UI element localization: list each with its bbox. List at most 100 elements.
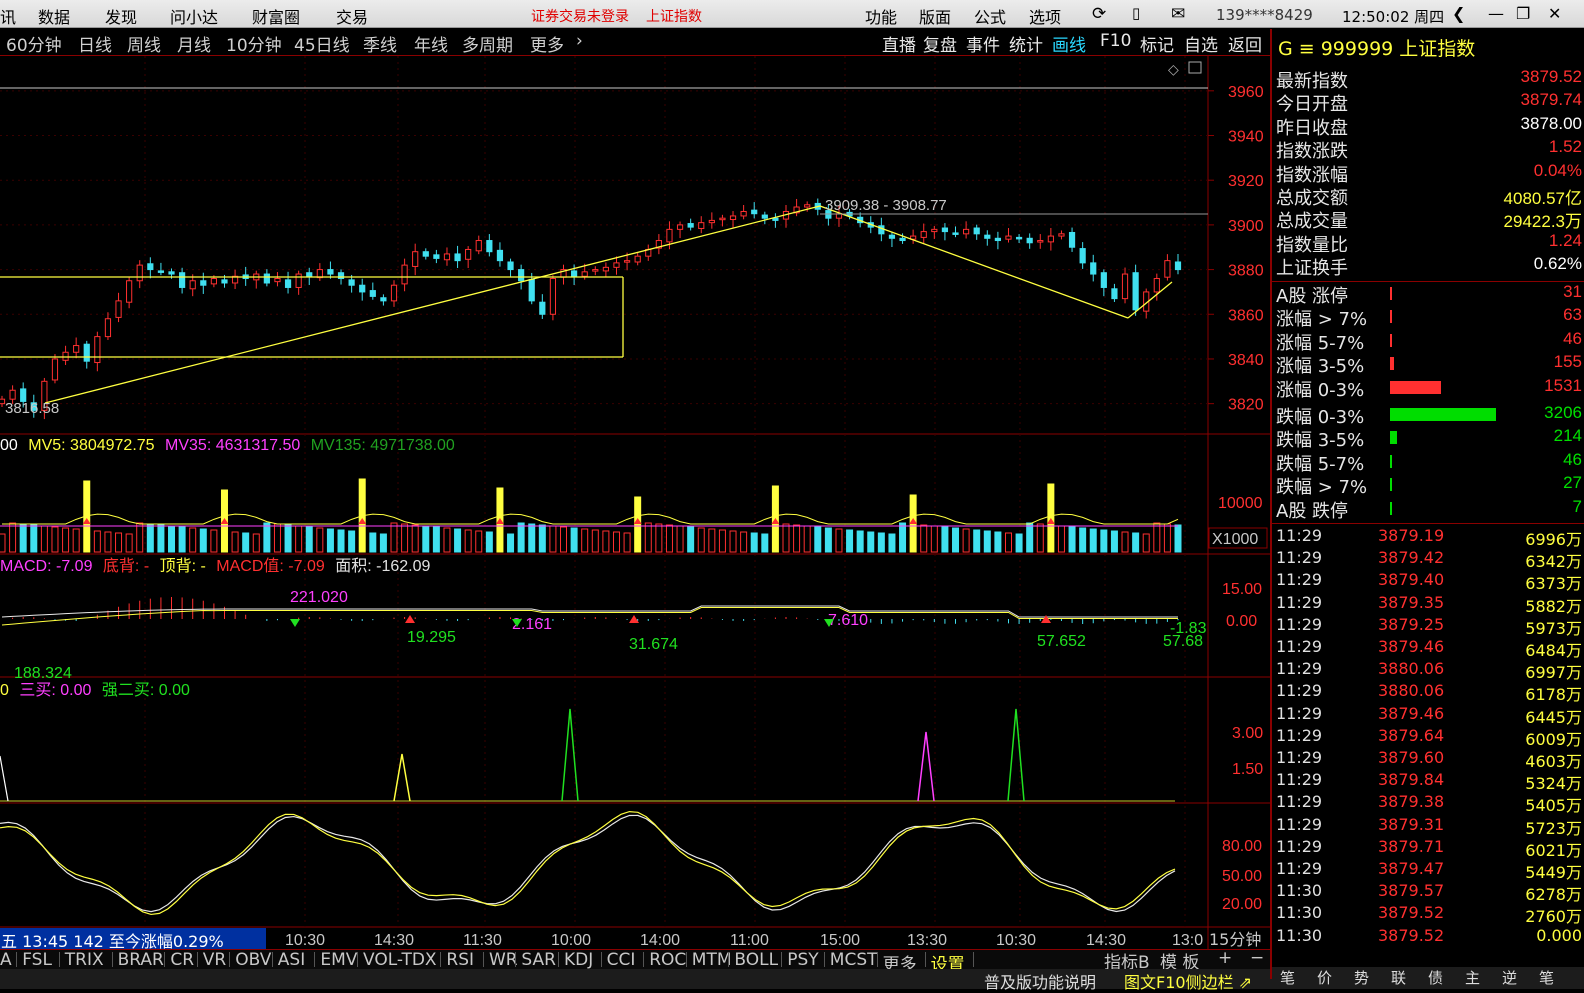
quote-tab[interactable]: 债 bbox=[1428, 967, 1443, 988]
tool-back[interactable]: 返回 bbox=[1228, 31, 1262, 56]
quote-tab[interactable]: 价 bbox=[1317, 967, 1332, 988]
breadth-row: 涨幅 0-3% 1531 bbox=[1274, 376, 1584, 401]
minimize-icon[interactable]: — bbox=[1488, 4, 1504, 23]
indicator-tab[interactable]: VOL-TDX bbox=[363, 950, 437, 970]
period-more[interactable]: 更多 bbox=[530, 31, 564, 56]
tool-mark[interactable]: 标记 bbox=[1140, 31, 1174, 56]
candle-body bbox=[1153, 278, 1160, 293]
indicator-template-btn[interactable]: + bbox=[1218, 948, 1232, 968]
indicator-tab[interactable]: FSL bbox=[22, 950, 52, 970]
indicator-tab[interactable]: OBV bbox=[235, 950, 271, 970]
quote-tab[interactable]: 联 bbox=[1391, 967, 1406, 988]
menu-item-wealth-circle[interactable]: 财富圈 bbox=[252, 4, 300, 28]
indicator-tab[interactable]: MTM bbox=[692, 950, 732, 970]
diamond-icon[interactable]: ◇ bbox=[1168, 62, 1179, 78]
menu-item-info[interactable]: 讯 bbox=[0, 4, 16, 28]
login-alert[interactable]: 证券交易未登录 bbox=[531, 6, 629, 26]
signal-spike bbox=[393, 753, 411, 802]
volume-bar bbox=[443, 527, 451, 553]
tick-time: 11:29 bbox=[1276, 859, 1323, 878]
menu-item-options[interactable]: 选项 bbox=[1029, 4, 1061, 28]
tick-volume: 5449万 bbox=[1525, 863, 1582, 882]
menu-item-trade[interactable]: 交易 bbox=[336, 4, 368, 28]
indicator-tab[interactable]: A bbox=[0, 950, 12, 970]
kline-chart-panel[interactable]: 221.02019.2952.16131.6747.61057.652-1.83… bbox=[0, 56, 1270, 949]
indicator-template-btn[interactable]: − bbox=[1250, 948, 1264, 968]
quote-panel: G ≡ 999999 上证指数 最新指数 3879.52 今日开盘 3879.74 昨日… bbox=[1270, 29, 1584, 987]
period-month[interactable]: 月线 bbox=[177, 31, 211, 56]
period-week[interactable]: 周线 bbox=[127, 31, 161, 56]
panel-divider bbox=[1272, 523, 1584, 524]
phone-icon[interactable]: ▯ bbox=[1132, 4, 1140, 22]
quote-tab[interactable]: 笔 bbox=[1539, 967, 1554, 988]
tick-row: 11:29 3879.60 4603万 bbox=[1274, 748, 1584, 771]
quote-row: 最新指数 3879.52 bbox=[1274, 67, 1584, 92]
indicator-tab[interactable]: WR bbox=[489, 950, 518, 970]
tool-stats[interactable]: 统计 bbox=[1009, 31, 1043, 56]
candle-body bbox=[507, 261, 514, 271]
quote-tab[interactable]: 逆 bbox=[1502, 967, 1517, 988]
panel-toggle-icon[interactable] bbox=[1188, 61, 1202, 74]
edition-help-link[interactable]: 普及版功能说明 bbox=[984, 969, 1096, 993]
quote-tab[interactable]: 势 bbox=[1354, 967, 1369, 988]
volume-bar bbox=[210, 529, 218, 553]
menu-item-wenxiaoda[interactable]: 问小达 bbox=[170, 4, 218, 28]
mail-icon[interactable]: ✉ bbox=[1171, 4, 1185, 24]
period-year[interactable]: 年线 bbox=[414, 31, 448, 56]
tab-separator bbox=[314, 952, 316, 967]
menu-item-layout[interactable]: 版面 bbox=[919, 4, 951, 28]
indicator-tab[interactable]: VR bbox=[203, 950, 226, 970]
price-tick-label: 3860 bbox=[1228, 307, 1264, 324]
macd-legend-area: 面积: -162.09 bbox=[335, 557, 430, 575]
indicator-tab[interactable]: PSY bbox=[787, 950, 818, 970]
kdj-d-line bbox=[0, 810, 1176, 916]
indicator-tab[interactable]: BOLL bbox=[734, 950, 778, 970]
back-icon[interactable]: ❮ bbox=[1452, 4, 1465, 23]
price-tick-label: 3960 bbox=[1228, 84, 1264, 101]
indicator-tab[interactable]: EMV bbox=[320, 950, 357, 970]
tick-time: 11:29 bbox=[1276, 526, 1323, 545]
indicator-tab[interactable]: KDJ bbox=[564, 950, 593, 970]
candle-body bbox=[1090, 262, 1097, 275]
indicator-tab[interactable]: ROC bbox=[649, 950, 686, 970]
indicator-tab[interactable]: BRAR bbox=[118, 950, 164, 970]
period-60min[interactable]: 60分钟 bbox=[6, 31, 62, 56]
indicator-tab[interactable]: MCST bbox=[830, 950, 878, 970]
indicator-tab[interactable]: RSI bbox=[446, 950, 474, 970]
period-10min[interactable]: 10分钟 bbox=[226, 31, 282, 56]
chevron-right-icon[interactable]: › bbox=[576, 31, 583, 51]
period-multi[interactable]: 多周期 bbox=[462, 31, 513, 56]
indicator-tab[interactable]: ASI bbox=[278, 950, 305, 970]
account-label[interactable]: 139****8429 bbox=[1216, 6, 1313, 24]
period-quarter[interactable]: 季线 bbox=[363, 31, 397, 56]
candle-body bbox=[1100, 272, 1107, 288]
tick-time: 11:29 bbox=[1276, 659, 1323, 679]
restore-icon[interactable]: ❐ bbox=[1516, 4, 1530, 23]
period-label[interactable]: 15分钟 bbox=[1209, 930, 1261, 949]
refresh-icon[interactable]: ⟳ bbox=[1092, 4, 1106, 24]
tick-volume: 6342万 bbox=[1525, 552, 1582, 572]
quote-tab[interactable]: 笔 bbox=[1280, 967, 1295, 988]
quote-tab[interactable]: 主 bbox=[1465, 967, 1480, 988]
tick-time: 11:29 bbox=[1276, 703, 1323, 723]
tool-watchlist[interactable]: 自选 bbox=[1184, 31, 1218, 56]
tool-draw[interactable]: 画线 bbox=[1052, 31, 1086, 56]
tool-live[interactable]: 直播 bbox=[882, 31, 916, 56]
menu-item-function[interactable]: 功能 bbox=[865, 4, 897, 28]
tool-events[interactable]: 事件 bbox=[966, 31, 1000, 56]
indicator-tab[interactable]: SAR bbox=[521, 950, 556, 970]
menu-item-formula[interactable]: 公式 bbox=[974, 4, 1006, 28]
close-icon[interactable]: ✕ bbox=[1548, 4, 1561, 23]
menu-item-discover[interactable]: 发现 bbox=[105, 4, 137, 28]
indicator-tab[interactable]: CR bbox=[170, 950, 194, 970]
kdj-indicator bbox=[0, 810, 1176, 916]
tool-f10[interactable]: F10 bbox=[1100, 31, 1131, 51]
period-45day[interactable]: 45日线 bbox=[294, 31, 350, 56]
indicator-tab[interactable]: CCI bbox=[607, 950, 636, 970]
tool-replay[interactable]: 复盘 bbox=[923, 31, 957, 56]
f10-sidebar-link[interactable]: 图文F10侧边栏 ⇗ bbox=[1124, 969, 1252, 993]
period-day[interactable]: 日线 bbox=[78, 31, 112, 56]
vol-legend-mv35: MV35: 4631317.50 bbox=[165, 437, 300, 454]
menu-item-data[interactable]: 数据 bbox=[38, 4, 70, 28]
indicator-tab[interactable]: TRIX bbox=[65, 950, 104, 970]
